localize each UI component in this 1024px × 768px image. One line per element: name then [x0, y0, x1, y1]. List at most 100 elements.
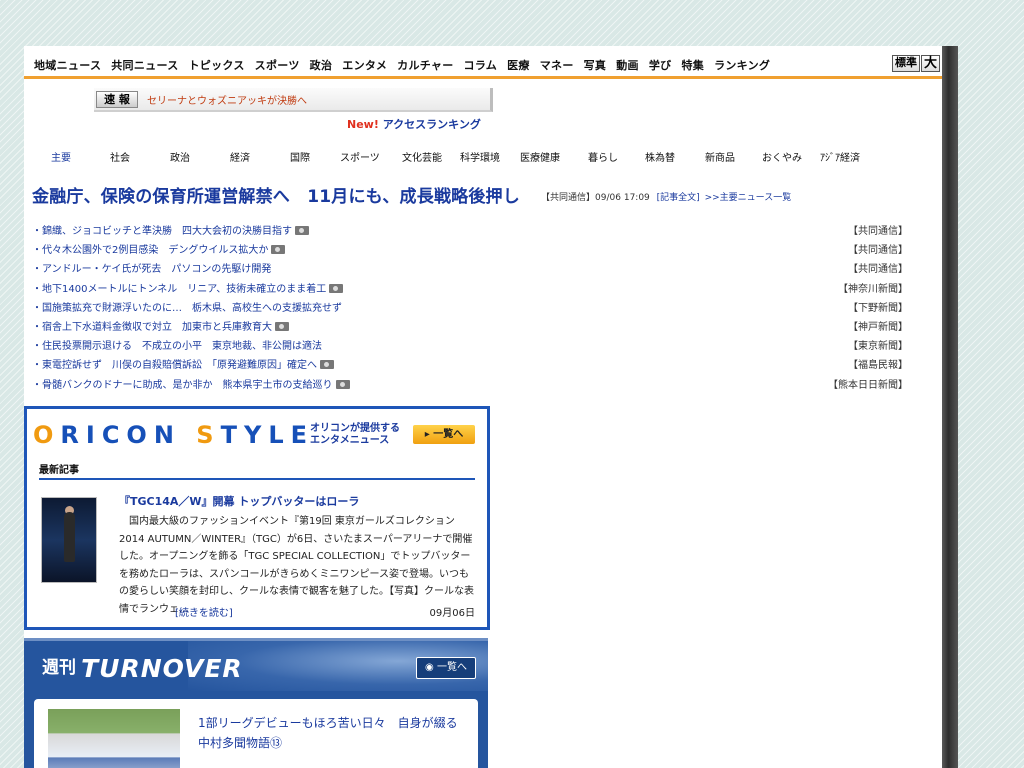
breaking-label: 速 報	[96, 90, 138, 108]
page-shadow	[942, 46, 958, 768]
global-nav-item[interactable]: エンタメ	[342, 57, 387, 73]
oricon-article-body: 国内最大級のファッションイベント『第19回 東京ガールズコレクション 2014 …	[35, 513, 475, 618]
global-nav-item[interactable]: 地域ニュース	[34, 57, 101, 73]
camera-icon	[320, 360, 334, 370]
news-source: 【神奈川新聞】	[838, 283, 908, 295]
main-page: 地域ニュース 共同ニュース トピックス スポーツ 政治 エンタメ カルチャー コラム 医療 マネー…	[24, 46, 942, 768]
latest-articles-label: 最新記事	[39, 461, 475, 480]
oricon-article-text: 国内最大級のファッションイベント『第19回 東京ガールズコレクション 2014 …	[119, 516, 474, 615]
global-nav-item[interactable]: 政治	[310, 57, 333, 73]
category-tab[interactable]: 国際	[290, 149, 310, 164]
news-title[interactable]: ・宿舎上下水道料金徴収で対立 加東市と兵庫教育大	[32, 322, 272, 333]
main-news-list-link[interactable]: >>主要ニュース一覧	[705, 193, 792, 203]
global-nav-item[interactable]: マネー	[540, 57, 574, 73]
access-ranking-link[interactable]: New! アクセスランキング	[347, 116, 481, 132]
full-article-link[interactable]: [記事全文]	[657, 193, 700, 203]
oricon-list-button[interactable]: ▸ 一覧へ	[413, 425, 475, 444]
news-row: ・国施策拡充で財源浮いたのに… 栃木県、高校生への支援拡充せず 【下野新聞】	[32, 299, 908, 318]
news-title[interactable]: ・骨髄バンクのドナーに助成、是か非か 熊本県宇土市の支給巡り	[32, 380, 333, 391]
category-tab[interactable]: おくやみ	[762, 149, 802, 164]
category-tab[interactable]: 政治	[170, 149, 190, 164]
top-story: 金融庁、保険の保育所運営解禁へ 11月にも、成長戦略後押し 【共同通信】09/0…	[32, 182, 791, 207]
news-title[interactable]: ・地下1400メートルにトンネル リニア、技術未確立のまま着工	[32, 284, 326, 295]
news-source: 【東京新聞】	[848, 341, 908, 353]
oricon-logo: ORICON STYLE	[33, 421, 315, 449]
turnover-list-label: 一覧へ	[436, 662, 467, 673]
news-row: ・アンドルー・ケイ氏が死去 パソコンの先駆け開発 【共同通信】	[32, 260, 908, 279]
turnover-list-button[interactable]: ◉ 一覧へ	[416, 657, 476, 679]
global-nav-item[interactable]: ランキング	[714, 57, 770, 73]
category-tab[interactable]: 社会	[110, 149, 130, 164]
news-row: ・住民投票開示退ける 不成立の小平 東京地裁、非公開は適法 【東京新聞】	[32, 337, 908, 356]
news-source: 【熊本日日新聞】	[828, 379, 908, 391]
news-source: 【神戸新聞】	[848, 321, 908, 333]
top-story-source: 【共同通信】09/06 17:09	[541, 193, 650, 203]
camera-icon	[329, 283, 344, 293]
global-nav-item[interactable]: 学び	[649, 57, 672, 73]
category-tab[interactable]: 暮らし	[588, 149, 618, 164]
category-tab[interactable]: 株為替	[645, 149, 675, 164]
category-tab[interactable]: ｱｼﾞｱ経済	[820, 149, 860, 164]
news-source: 【共同通信】	[848, 245, 908, 257]
category-tab[interactable]: 科学環境	[460, 149, 500, 164]
news-row: ・東電控訴せず 川俣の自殺賠償訴訟 「原発避難原因」確定へ 【福島民報】	[32, 356, 908, 375]
news-title[interactable]: ・代々木公園外で2例目感染 デングウイルス拡大か	[32, 245, 268, 256]
global-nav-item[interactable]: スポーツ	[255, 57, 300, 73]
news-title[interactable]: ・アンドルー・ケイ氏が死去 パソコンの先駆け開発	[32, 264, 271, 275]
news-source: 【下野新聞】	[848, 302, 908, 314]
news-source: 【共同通信】	[848, 264, 908, 276]
global-nav: 地域ニュース 共同ニュース トピックス スポーツ 政治 エンタメ カルチャー コラム 医療 マネー…	[24, 54, 942, 79]
font-size-switch: 標準 大	[891, 55, 940, 72]
camera-icon	[295, 226, 309, 235]
oricon-subtitle: オリコンが提供する エンタメニュース	[310, 423, 400, 447]
category-tab[interactable]: 医療健康	[520, 149, 560, 164]
news-title[interactable]: ・国施策拡充で財源浮いたのに… 栃木県、高校生への支援拡充せず	[32, 303, 342, 314]
news-title[interactable]: ・錦織、ジョコビッチと準決勝 四大大会初の決勝目指す	[32, 226, 292, 237]
global-nav-item[interactable]: 特集	[681, 57, 704, 73]
oricon-article-date: 09月06日	[429, 608, 475, 619]
global-nav-item[interactable]: 共同ニュース	[111, 57, 178, 73]
global-nav-item[interactable]: コラム	[464, 57, 498, 73]
turnover-article-title[interactable]: 1部リーグデビューもほろ苦い日々 自身が綴る中村多聞物語⑬	[198, 713, 468, 753]
read-more-link[interactable]: [続きを読む]	[175, 604, 233, 619]
camera-icon	[335, 379, 350, 389]
news-row: ・地下1400メートルにトンネル リニア、技術未確立のまま着工 【神奈川新聞】	[32, 280, 908, 299]
category-tab[interactable]: 新商品	[705, 149, 735, 164]
oricon-list-label: 一覧へ	[433, 429, 464, 440]
turnover-title: 週刊 TURNOVER	[42, 653, 243, 683]
global-nav-item[interactable]: 写真	[584, 57, 607, 73]
breaking-text[interactable]: セリーナとウォズニアッキが決勝へ	[147, 92, 307, 107]
category-tab[interactable]: 主要	[51, 149, 71, 164]
global-nav-item[interactable]: 動画	[616, 57, 639, 73]
font-standard-button[interactable]: 標準	[891, 55, 920, 72]
camera-icon	[271, 245, 286, 255]
top-story-meta: 【共同通信】09/06 17:09 [記事全文] >>主要ニュース一覧	[541, 193, 791, 203]
oricon-subtitle-line1: オリコンが提供する	[310, 423, 400, 434]
category-tabs: 主要 社会 政治 経済 国際 スポーツ 文化芸能 科学環境 医療健康 暮らし 株為替 新商品 おくやみ ｱ…	[24, 149, 942, 165]
global-nav-item[interactable]: カルチャー	[397, 57, 453, 73]
turnover-logo: TURNOVER	[81, 654, 243, 683]
camera-icon	[275, 321, 289, 331]
category-tab[interactable]: 経済	[230, 149, 250, 164]
turnover-article-panel: 1部リーグデビューもほろ苦い日々 自身が綴る中村多聞物語⑬	[34, 699, 478, 768]
category-tab[interactable]: スポーツ	[340, 149, 380, 164]
font-large-button[interactable]: 大	[920, 55, 940, 72]
oricon-style-box: ORICON STYLE オリコンが提供する エンタメニュース ▸ 一覧へ 最新…	[24, 406, 490, 630]
global-nav-item[interactable]: トピックス	[189, 57, 245, 73]
top-headline[interactable]: 金融庁、保険の保育所運営解禁へ 11月にも、成長戦略後押し	[32, 187, 520, 207]
breaking-news-bar: 速 報 セリーナとウォズニアッキが決勝へ	[94, 88, 493, 112]
news-source: 【共同通信】	[848, 226, 908, 237]
oricon-subtitle-line2: エンタメニュース	[310, 435, 390, 446]
oricon-article-title[interactable]: 『TGC14A／W』開幕 トップバッターはローラ	[119, 493, 359, 509]
new-badge: New!	[347, 118, 379, 131]
news-title[interactable]: ・東電控訴せず 川俣の自殺賠償訴訟 「原発避難原因」確定へ	[32, 360, 317, 371]
news-row: ・錦織、ジョコビッチと準決勝 四大大会初の決勝目指す 【共同通信】	[32, 222, 908, 241]
news-row: ・代々木公園外で2例目感染 デングウイルス拡大か 【共同通信】	[32, 241, 908, 260]
category-tab[interactable]: 文化芸能	[402, 149, 442, 164]
global-nav-item[interactable]: 医療	[507, 57, 530, 73]
weekly-turnover-box: 週刊 TURNOVER ◉ 一覧へ 1部リーグデビューもほろ苦い日々 自身が綴る…	[24, 638, 488, 768]
news-list: ・錦織、ジョコビッチと準決勝 四大大会初の決勝目指す 【共同通信】 ・代々木公園外で…	[32, 222, 908, 395]
news-title[interactable]: ・住民投票開示退ける 不成立の小平 東京地裁、非公開は適法	[32, 341, 322, 352]
turnover-photo[interactable]	[48, 709, 180, 768]
news-source: 【福島民報】	[848, 360, 908, 372]
